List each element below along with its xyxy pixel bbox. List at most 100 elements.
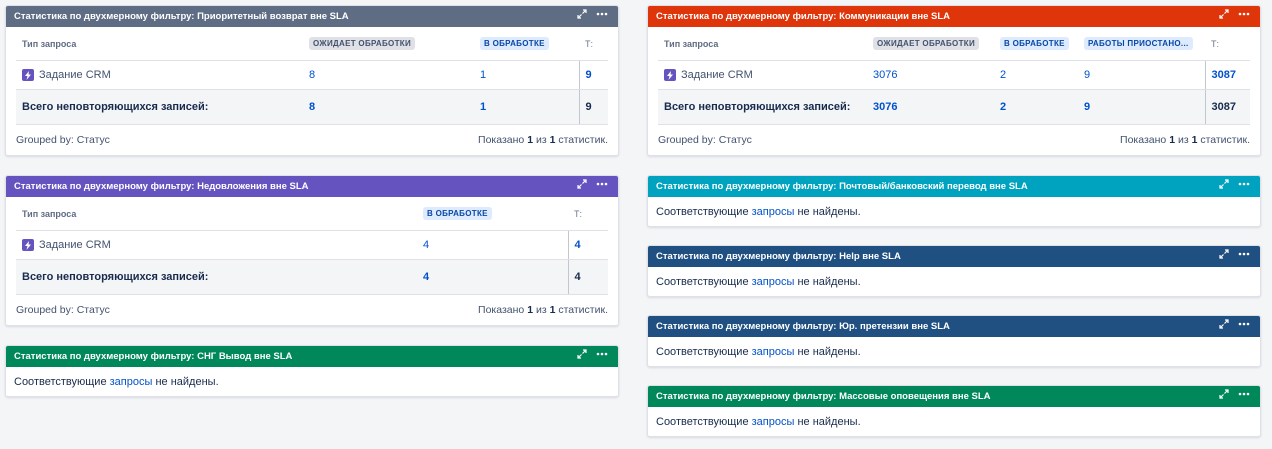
more-options-icon[interactable]: [1238, 182, 1250, 186]
gadget-title: Статистика по двухмерному фильтру: Почто…: [656, 181, 1028, 192]
col-header-status[interactable]: В ОБРАБОТКЕ: [474, 27, 579, 61]
empty-message: Соответствующие запросы не найдены.: [656, 205, 861, 218]
count-link[interactable]: 9: [1078, 60, 1205, 90]
table-header-row: Тип запроса В ОБРАБОТКЕ Т:: [16, 197, 608, 231]
gadget-postal-bank-transfer: Статистика по двухмерному фильтру: Почто…: [647, 175, 1261, 227]
expand-icon[interactable]: [577, 179, 587, 189]
stats-table: Тип запроса ОЖИДАЕТ ОБРАБОТКИ В ОБРАБОТК…: [16, 27, 608, 125]
shown-count: Показано 1 из 1 статистик.: [1120, 133, 1250, 146]
shown-count: Показано 1 из 1 статистик.: [478, 133, 608, 146]
status-lozenge: ОЖИДАЕТ ОБРАБОТКИ: [873, 37, 979, 50]
grouped-by: Grouped by: Статус: [16, 303, 110, 316]
count-link[interactable]: 2: [994, 89, 1078, 125]
count-link[interactable]: 3076: [867, 89, 994, 125]
empty-message: Соответствующие запросы не найдены.: [656, 345, 861, 358]
count-link[interactable]: 8: [303, 89, 474, 125]
count-link[interactable]: 4: [417, 230, 568, 260]
expand-icon[interactable]: [1219, 9, 1229, 19]
lightning-icon: [22, 239, 34, 251]
expand-icon[interactable]: [1219, 249, 1229, 259]
gadget-underattachments: Статистика по двухмерному фильтру: Недов…: [5, 175, 619, 326]
gadget-cis-withdrawal: Статистика по двухмерному фильтру: СНГ В…: [5, 345, 619, 397]
total-link[interactable]: 3087: [1204, 60, 1250, 90]
gadget-footer: Grouped by: Статус Показано 1 из 1 стати…: [16, 295, 608, 324]
gadget-header[interactable]: Статистика по двухмерному фильтру: Массо…: [648, 386, 1260, 407]
total-link[interactable]: 3087: [1204, 89, 1250, 125]
table-header-row: Тип запроса ОЖИДАЕТ ОБРАБОТКИ В ОБРАБОТК…: [658, 27, 1250, 61]
table-header-row: Тип запроса ОЖИДАЕТ ОБРАБОТКИ В ОБРАБОТК…: [16, 27, 608, 61]
col-header-status[interactable]: В ОБРАБОТКЕ: [994, 27, 1078, 61]
table-row: Задание CRM 3076 2 9 3087: [658, 60, 1250, 90]
col-header-status[interactable]: РАБОТЫ ПРИОСТАНО...: [1078, 27, 1205, 61]
status-lozenge: В ОБРАБОТКЕ: [480, 37, 549, 50]
stats-table: Тип запроса ОЖИДАЕТ ОБРАБОТКИ В ОБРАБОТК…: [658, 27, 1250, 125]
shown-count: Показано 1 из 1 статистик.: [478, 303, 608, 316]
more-options-icon[interactable]: [1238, 252, 1250, 256]
total-link[interactable]: 4: [567, 259, 608, 295]
col-header-status[interactable]: ОЖИДАЕТ ОБРАБОТКИ: [303, 27, 474, 61]
count-link[interactable]: 8: [303, 60, 474, 90]
issues-link[interactable]: запросы: [110, 376, 153, 388]
col-header-type: Тип запроса: [16, 197, 417, 231]
more-options-icon[interactable]: [596, 182, 608, 186]
gadget-communications: Статистика по двухмерному фильтру: Комму…: [647, 5, 1261, 156]
col-header-total: Т:: [1205, 27, 1250, 61]
col-header-status[interactable]: ОЖИДАЕТ ОБРАБОТКИ: [867, 27, 994, 61]
status-lozenge: В ОБРАБОТКЕ: [423, 207, 492, 220]
gadget-header[interactable]: Статистика по двухмерному фильтру: Недов…: [6, 176, 618, 197]
more-options-icon[interactable]: [1238, 322, 1250, 326]
table-row: Задание CRM 4 4: [16, 230, 608, 260]
gadget-title: Статистика по двухмерному фильтру: Недов…: [14, 181, 309, 192]
more-options-icon[interactable]: [1238, 392, 1250, 396]
issues-link[interactable]: запросы: [752, 206, 795, 218]
more-options-icon[interactable]: [596, 352, 608, 356]
gadget-priority-return: Статистика по двухмерному фильтру: Приор…: [5, 5, 619, 156]
empty-message: Соответствующие запросы не найдены.: [14, 375, 219, 388]
count-link[interactable]: 3076: [867, 60, 994, 90]
summary-label: Всего неповторяющихся записей:: [16, 89, 303, 125]
status-lozenge: В ОБРАБОТКЕ: [1000, 37, 1069, 50]
col-header-type: Тип запроса: [658, 27, 867, 61]
col-header-total: Т:: [568, 197, 608, 231]
issues-link[interactable]: запросы: [752, 416, 795, 428]
gadget-footer: Grouped by: Статус Показано 1 из 1 стати…: [16, 125, 608, 154]
expand-icon[interactable]: [577, 349, 587, 359]
status-lozenge: РАБОТЫ ПРИОСТАНО...: [1084, 37, 1193, 50]
gadget-header[interactable]: Статистика по двухмерному фильтру: Юр. п…: [648, 316, 1260, 337]
col-header-status[interactable]: В ОБРАБОТКЕ: [417, 197, 568, 231]
summary-label: Всего неповторяющихся записей:: [16, 259, 417, 295]
gadget-header[interactable]: Статистика по двухмерному фильтру: Комму…: [648, 6, 1260, 27]
count-link[interactable]: 2: [994, 60, 1078, 90]
stats-table: Тип запроса В ОБРАБОТКЕ Т: Задание CRM 4…: [16, 197, 608, 295]
status-lozenge: ОЖИДАЕТ ОБРАБОТКИ: [309, 37, 415, 50]
total-link[interactable]: 9: [578, 60, 608, 90]
gadget-header[interactable]: Статистика по двухмерному фильтру: Приор…: [6, 6, 618, 27]
count-link[interactable]: 4: [417, 259, 568, 295]
expand-icon[interactable]: [1219, 319, 1229, 329]
summary-label: Всего неповторяющихся записей:: [658, 89, 867, 125]
count-link[interactable]: 1: [474, 89, 579, 125]
issues-link[interactable]: запросы: [752, 346, 795, 358]
total-link[interactable]: 9: [578, 89, 608, 125]
issues-link[interactable]: запросы: [752, 276, 795, 288]
gadget-help: Статистика по двухмерному фильтру: Help …: [647, 245, 1261, 297]
more-options-icon[interactable]: [596, 12, 608, 16]
expand-icon[interactable]: [1219, 389, 1229, 399]
gadget-header[interactable]: Статистика по двухмерному фильтру: Help …: [648, 246, 1260, 267]
count-link[interactable]: 9: [1078, 89, 1205, 125]
expand-icon[interactable]: [577, 9, 587, 19]
lightning-icon: [22, 69, 34, 81]
count-link[interactable]: 1: [474, 60, 579, 90]
col-header-type: Тип запроса: [16, 27, 303, 61]
grouped-by: Grouped by: Статус: [16, 133, 110, 146]
more-options-icon[interactable]: [1238, 12, 1250, 16]
expand-icon[interactable]: [1219, 179, 1229, 189]
summary-row: Всего неповторяющихся записей: 4 4: [16, 259, 608, 295]
gadget-title: Статистика по двухмерному фильтру: Приор…: [14, 11, 349, 22]
summary-row: Всего неповторяющихся записей: 8 1 9: [16, 89, 608, 125]
row-type: Задание CRM: [16, 60, 303, 90]
gadget-mass-notifications: Статистика по двухмерному фильтру: Массо…: [647, 385, 1261, 437]
total-link[interactable]: 4: [567, 230, 608, 260]
gadget-header[interactable]: Статистика по двухмерному фильтру: Почто…: [648, 176, 1260, 197]
gadget-header[interactable]: Статистика по двухмерному фильтру: СНГ В…: [6, 346, 618, 367]
